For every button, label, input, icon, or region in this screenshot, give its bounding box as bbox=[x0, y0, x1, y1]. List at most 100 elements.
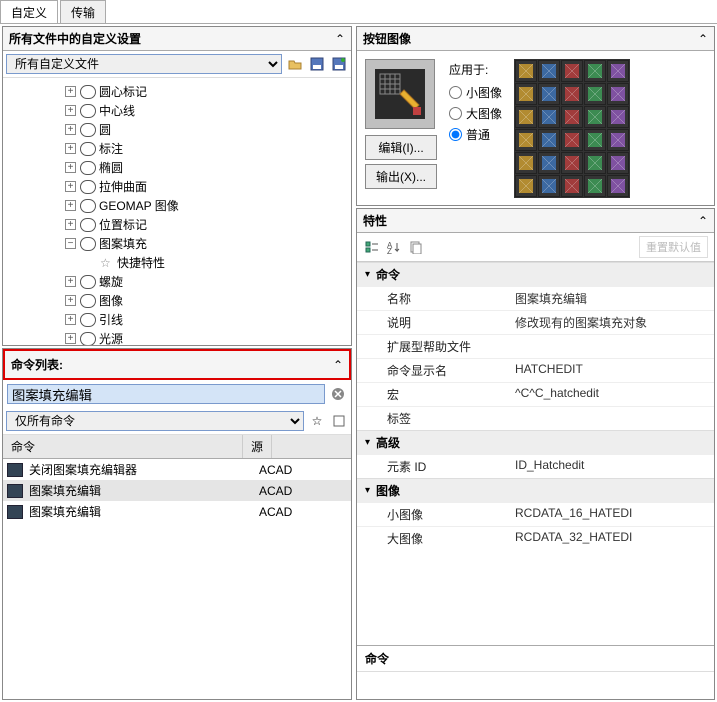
tree-item[interactable]: +引线 bbox=[5, 310, 349, 329]
cat-view-icon[interactable] bbox=[363, 238, 381, 256]
radio-large[interactable]: 大图像 bbox=[449, 105, 502, 122]
palette-icon[interactable] bbox=[584, 129, 606, 151]
palette-icon[interactable] bbox=[515, 60, 537, 82]
tab-custom[interactable]: 自定义 bbox=[0, 0, 58, 23]
saveas-icon[interactable] bbox=[330, 55, 348, 73]
col-name[interactable]: 命令 bbox=[3, 435, 243, 458]
palette-icon[interactable] bbox=[515, 175, 537, 197]
expander-icon[interactable]: + bbox=[65, 276, 76, 287]
clear-search-icon[interactable] bbox=[329, 385, 347, 403]
radio-normal[interactable]: 普通 bbox=[449, 126, 502, 143]
tree-item[interactable]: −图案填充 bbox=[5, 234, 349, 253]
prop-value[interactable] bbox=[507, 335, 714, 358]
expander-icon[interactable]: − bbox=[65, 238, 76, 249]
tree-item[interactable]: +椭圆 bbox=[5, 158, 349, 177]
palette-icon[interactable] bbox=[538, 106, 560, 128]
expander-icon[interactable]: + bbox=[65, 219, 76, 230]
palette-icon[interactable] bbox=[584, 60, 606, 82]
expander-icon[interactable]: + bbox=[65, 105, 76, 116]
tree-item[interactable]: ☆快捷特性 bbox=[5, 253, 349, 272]
filter-select[interactable]: 所有自定义文件 bbox=[6, 54, 282, 74]
prop-value[interactable]: HATCHEDIT bbox=[507, 359, 714, 382]
prop-value[interactable]: ^C^C_hatchedit bbox=[507, 383, 714, 406]
palette-icon[interactable] bbox=[561, 83, 583, 105]
prop-row[interactable]: 扩展型帮助文件 bbox=[357, 334, 714, 358]
palette-icon[interactable] bbox=[584, 175, 606, 197]
prop-value[interactable] bbox=[507, 407, 714, 430]
palette-icon[interactable] bbox=[561, 60, 583, 82]
prop-value[interactable]: RCDATA_16_HATEDI bbox=[507, 503, 714, 526]
prop-row[interactable]: 说明修改现有的图案填充对象 bbox=[357, 310, 714, 334]
cmd-extra-icon[interactable] bbox=[330, 412, 348, 430]
reset-defaults-button[interactable]: 重置默认值 bbox=[639, 236, 708, 258]
collapse-btnimg-icon[interactable]: ⌃ bbox=[698, 32, 708, 46]
palette-icon[interactable] bbox=[584, 83, 606, 105]
palette-icon[interactable] bbox=[538, 60, 560, 82]
group-command[interactable]: ▾ 命令 bbox=[357, 262, 714, 286]
palette-icon[interactable] bbox=[538, 152, 560, 174]
palette-icon[interactable] bbox=[607, 60, 629, 82]
tree-item[interactable]: +圆 bbox=[5, 120, 349, 139]
palette-icon[interactable] bbox=[561, 175, 583, 197]
cmd-rows[interactable]: 关闭图案填充编辑器ACAD图案填充编辑ACAD图案填充编辑ACAD bbox=[3, 459, 351, 699]
palette-icon[interactable] bbox=[607, 175, 629, 197]
prop-value[interactable]: 图案填充编辑 bbox=[507, 287, 714, 310]
palette-icon[interactable] bbox=[515, 83, 537, 105]
save-icon[interactable] bbox=[308, 55, 326, 73]
palette-icon[interactable] bbox=[607, 129, 629, 151]
prop-row[interactable]: 大图像RCDATA_32_HATEDI bbox=[357, 526, 714, 550]
collapse-icon[interactable]: ⌃ bbox=[335, 32, 345, 46]
palette-icon[interactable] bbox=[584, 152, 606, 174]
palette-icon[interactable] bbox=[561, 129, 583, 151]
prop-row[interactable]: 宏^C^C_hatchedit bbox=[357, 382, 714, 406]
prop-row[interactable]: 标签 bbox=[357, 406, 714, 430]
col-source[interactable]: 源 bbox=[243, 435, 272, 458]
cmd-row[interactable]: 关闭图案填充编辑器ACAD bbox=[3, 459, 351, 480]
palette-icon[interactable] bbox=[515, 106, 537, 128]
tree-item[interactable]: +螺旋 bbox=[5, 272, 349, 291]
group-advanced[interactable]: ▾ 高级 bbox=[357, 430, 714, 454]
palette-icon[interactable] bbox=[607, 106, 629, 128]
tree-item[interactable]: +标注 bbox=[5, 139, 349, 158]
collapse-props-icon[interactable]: ⌃ bbox=[698, 214, 708, 228]
cmd-row[interactable]: 图案填充编辑ACAD bbox=[3, 480, 351, 501]
expander-icon[interactable]: + bbox=[65, 162, 76, 173]
prop-row[interactable]: 元素 IDID_Hatchedit bbox=[357, 454, 714, 478]
palette-icon[interactable] bbox=[561, 106, 583, 128]
icon-palette[interactable] bbox=[514, 59, 630, 198]
expander-icon[interactable]: + bbox=[65, 124, 76, 135]
edit-button[interactable]: 编辑(I)... bbox=[365, 135, 437, 160]
palette-icon[interactable] bbox=[607, 152, 629, 174]
palette-icon[interactable] bbox=[538, 83, 560, 105]
tab-transfer[interactable]: 传输 bbox=[60, 0, 106, 23]
palette-icon[interactable] bbox=[584, 106, 606, 128]
prop-value[interactable]: ID_Hatchedit bbox=[507, 455, 714, 478]
expander-icon[interactable]: + bbox=[65, 200, 76, 211]
palette-icon[interactable] bbox=[538, 129, 560, 151]
radio-small[interactable]: 小图像 bbox=[449, 84, 502, 101]
cmd-filter-select[interactable]: 仅所有命令 bbox=[6, 411, 304, 431]
tree-item[interactable]: +GEOMAP 图像 bbox=[5, 196, 349, 215]
cmd-row[interactable]: 图案填充编辑ACAD bbox=[3, 501, 351, 522]
expander-icon[interactable]: + bbox=[65, 333, 76, 344]
search-input[interactable] bbox=[7, 384, 325, 404]
palette-icon[interactable] bbox=[607, 83, 629, 105]
copy-prop-icon[interactable] bbox=[407, 238, 425, 256]
collapse-cmd-icon[interactable]: ⌃ bbox=[333, 358, 343, 372]
open-icon[interactable] bbox=[286, 55, 304, 73]
prop-row[interactable]: 名称图案填充编辑 bbox=[357, 286, 714, 310]
palette-icon[interactable] bbox=[515, 152, 537, 174]
prop-row[interactable]: 命令显示名HATCHEDIT bbox=[357, 358, 714, 382]
expander-icon[interactable]: + bbox=[65, 181, 76, 192]
prop-value[interactable]: 修改现有的图案填充对象 bbox=[507, 311, 714, 334]
group-image[interactable]: ▾ 图像 bbox=[357, 478, 714, 502]
tree-item[interactable]: +位置标记 bbox=[5, 215, 349, 234]
expander-icon[interactable]: + bbox=[65, 314, 76, 325]
palette-icon[interactable] bbox=[538, 175, 560, 197]
tree-view[interactable]: +圆心标记+中心线+圆+标注+椭圆+拉伸曲面+GEOMAP 图像+位置标记−图案… bbox=[3, 78, 351, 345]
palette-icon[interactable] bbox=[515, 129, 537, 151]
tree-item[interactable]: +中心线 bbox=[5, 101, 349, 120]
tree-item[interactable]: +图像 bbox=[5, 291, 349, 310]
expander-icon[interactable]: + bbox=[65, 143, 76, 154]
expander-icon[interactable]: + bbox=[65, 295, 76, 306]
